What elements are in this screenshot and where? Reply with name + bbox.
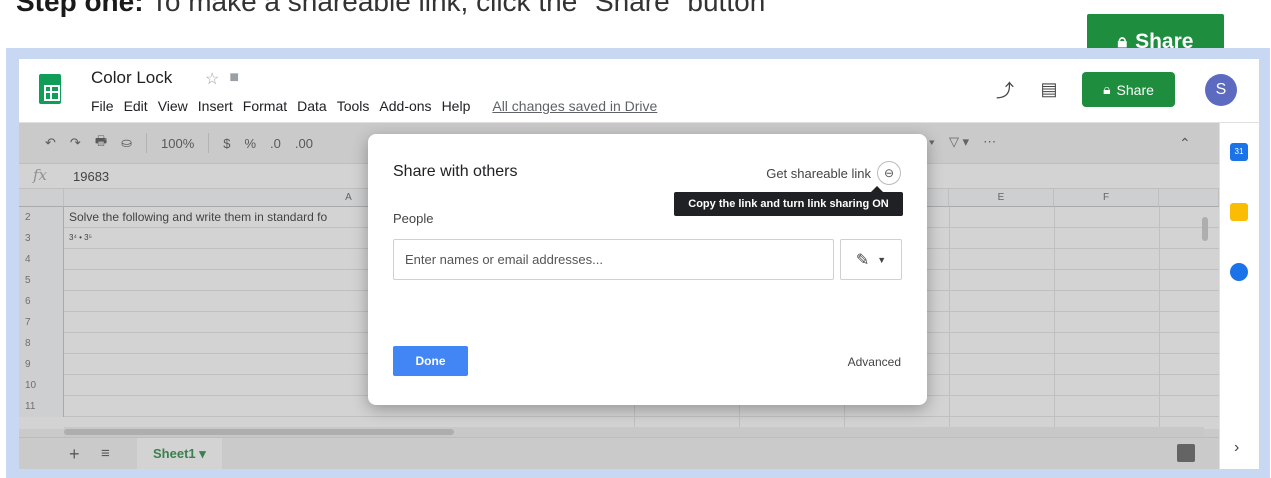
app-header: Color Lock ☆ ■ File Edit View Insert For… (19, 59, 1259, 123)
share-button[interactable]: 🔒︎ Share (1082, 72, 1175, 107)
menu-insert[interactable]: Insert (198, 98, 233, 114)
tasks-icon[interactable] (1230, 263, 1248, 281)
share-dialog: Share with others Get shareable link ⊖ C… (368, 134, 927, 405)
menu-tools[interactable]: Tools (337, 98, 370, 114)
sheets-window: Color Lock ☆ ■ File Edit View Insert For… (19, 59, 1259, 469)
menu-view[interactable]: View (158, 98, 188, 114)
comments-icon[interactable]: ▤ (1038, 79, 1060, 100)
side-panel: 31 › (1219, 123, 1259, 469)
menu-file[interactable]: File (91, 98, 114, 114)
avatar[interactable]: S (1205, 73, 1237, 106)
people-label: People (393, 211, 434, 226)
folder-icon[interactable]: ■ (229, 69, 239, 89)
get-link-label: Get shareable link (766, 165, 871, 181)
keep-icon[interactable] (1230, 203, 1248, 221)
sheets-logo-icon[interactable] (39, 74, 61, 104)
pencil-icon: ✎ (855, 251, 870, 269)
menu-edit[interactable]: Edit (124, 98, 148, 114)
menu-addons[interactable]: Add-ons (379, 98, 431, 114)
menu-help[interactable]: Help (442, 98, 471, 114)
people-input[interactable] (393, 239, 834, 280)
document-title[interactable]: Color Lock (91, 68, 172, 88)
screenshot-frame: Color Lock ☆ ■ File Edit View Insert For… (6, 48, 1270, 478)
link-icon[interactable]: ⊖ (877, 161, 901, 185)
done-button[interactable]: Done (393, 346, 468, 376)
advanced-link[interactable]: Advanced (848, 355, 901, 369)
lock-icon: 🔒︎ (1103, 81, 1111, 97)
caption-step: Step one: (16, 0, 144, 17)
dialog-title: Share with others (393, 163, 518, 180)
menu-format[interactable]: Format (243, 98, 287, 114)
title-icons: ☆ ■ (205, 69, 239, 89)
permission-dropdown[interactable]: ✎ ▼ (840, 239, 902, 280)
caption-text: To make a shareable link, click the "Sha… (143, 0, 766, 17)
menu-bar: File Edit View Insert Format Data Tools … (91, 98, 657, 114)
activity-trend-icon[interactable]: ⤴ (994, 77, 1016, 103)
share-button-label: Share (1116, 81, 1154, 98)
chevron-down-icon: ▼ (877, 254, 887, 265)
header-actions: ⤴ ▤ 🔒︎ Share S (994, 72, 1237, 107)
get-shareable-link[interactable]: Get shareable link ⊖ (766, 161, 901, 185)
expand-panel-icon[interactable]: › (1234, 439, 1239, 457)
link-tooltip: Copy the link and turn link sharing ON (674, 186, 903, 216)
menu-data[interactable]: Data (297, 98, 327, 114)
calendar-icon[interactable]: 31 (1230, 143, 1248, 161)
tutorial-page: Step one: To make a shareable link, clic… (0, 0, 1271, 478)
star-icon[interactable]: ☆ (205, 69, 219, 89)
instruction-caption: Step one: To make a shareable link, clic… (16, 0, 765, 18)
saved-status-link[interactable]: All changes saved in Drive (492, 98, 657, 114)
